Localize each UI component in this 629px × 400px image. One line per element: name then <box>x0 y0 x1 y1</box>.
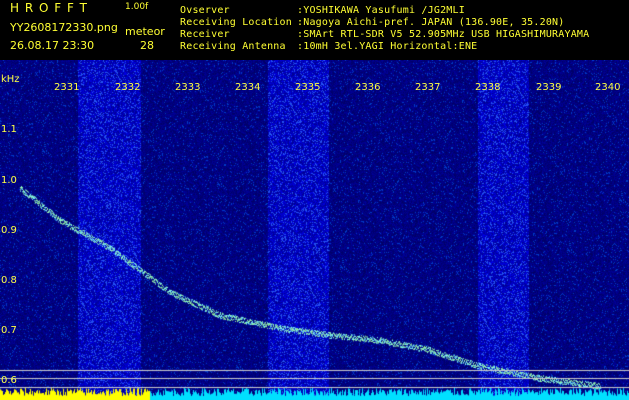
receiver-label: Receiver <box>180 29 230 40</box>
x-tick-label: 2331 <box>54 82 80 93</box>
x-tick-label: 2333 <box>175 82 201 93</box>
app-logo: H R O F F T <box>10 1 89 15</box>
location-label: Receiving Location <box>180 17 292 28</box>
x-tick-label: 2337 <box>415 82 441 93</box>
location-value: :Nagoya Aichi-pref. JAPAN (136.90E, 35.2… <box>297 17 565 28</box>
y-tick-label: 0.8 <box>1 275 17 286</box>
x-tick-label: 2338 <box>475 82 501 93</box>
x-tick-label: 2339 <box>536 82 562 93</box>
y-tick-label: 0.6 <box>1 375 17 386</box>
header-panel: H R O F F T 1.00f YY2608172330.png meteo… <box>0 0 629 58</box>
receiver-value: :SMArt RTL-SDR V5 52.905MHz USB HIGASHIM… <box>297 29 590 40</box>
antenna-value: :10mH 3el.YAGI Horizontal:ENE <box>297 41 478 52</box>
x-tick-label: 2340 <box>595 82 621 93</box>
observer-value: :YOSHIKAWA Yasufumi /JG2MLI <box>297 5 465 16</box>
x-tick-label: 2334 <box>235 82 261 93</box>
x-tick-label: 2332 <box>115 82 141 93</box>
mode-label: meteor <box>125 25 165 38</box>
waterfall-spectrogram <box>0 60 629 400</box>
capture-datetime: 26.08.17 23:30 <box>10 39 95 52</box>
antenna-label: Receiving Antenna <box>180 41 286 52</box>
image-filename: YY2608172330.png <box>10 21 118 34</box>
y-axis-unit: kHz <box>1 74 20 85</box>
y-tick-label: 0.9 <box>1 225 17 236</box>
app-version: 1.00f <box>125 2 149 12</box>
y-tick-label: 0.7 <box>1 325 17 336</box>
x-tick-label: 2335 <box>295 82 321 93</box>
y-tick-label: 1.0 <box>1 175 17 186</box>
detection-count: 28 <box>140 39 154 52</box>
x-tick-label: 2336 <box>355 82 381 93</box>
y-tick-label: 1.1 <box>1 124 17 135</box>
observer-label: Ovserver <box>180 5 230 16</box>
